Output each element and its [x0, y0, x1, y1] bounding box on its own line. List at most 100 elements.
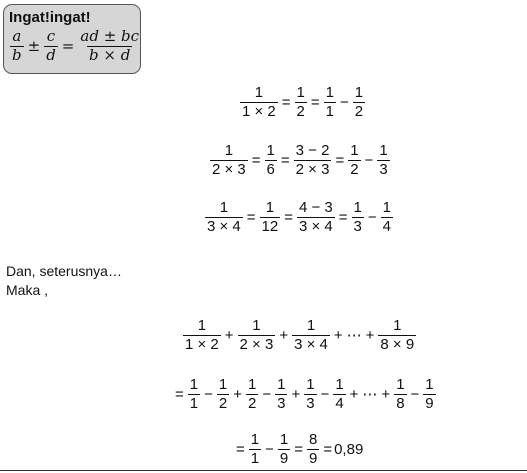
denominator: 3: [351, 216, 364, 235]
numerator: 4 − 3: [299, 199, 333, 216]
text-therefore: Maka ,: [6, 282, 49, 298]
denominator: 4: [333, 393, 346, 412]
fraction: 3 − 22 × 3: [293, 142, 332, 178]
fraction: 13 × 4: [292, 318, 330, 353]
numerator: 1: [197, 317, 207, 334]
denominator: 3: [275, 393, 288, 412]
fraction: 13: [275, 377, 288, 412]
numerator: 1: [350, 142, 359, 159]
operator: =: [310, 93, 320, 111]
denominator: 1 × 2: [183, 334, 221, 353]
operator: +: [224, 326, 234, 344]
numerator: 1: [393, 317, 402, 334]
fraction: 89: [306, 432, 320, 467]
numerator: ad ± bc: [80, 27, 140, 45]
fraction: 11 × 2: [240, 85, 278, 120]
denominator: 1: [187, 393, 201, 412]
denominator: b × d: [87, 45, 133, 64]
operator: −: [320, 385, 330, 403]
operator: =: [175, 385, 184, 403]
denominator: 2: [216, 393, 230, 412]
operator: ⋯: [346, 327, 362, 345]
operator: +: [381, 385, 391, 403]
numerator: 1: [425, 376, 434, 393]
fraction: 12 × 3: [237, 317, 276, 353]
numerator: a: [12, 27, 22, 45]
operator: −: [410, 385, 420, 403]
numerator: 1: [354, 84, 364, 101]
denominator: 1: [248, 448, 262, 467]
operator: +: [291, 385, 301, 403]
sum-line: 11 × 2 + 12 × 3 + 13 × 4 + ⋯ + 18 × 9: [181, 318, 418, 353]
example-2: 12 × 3 = 16 = 3 − 22 × 3 = 12 − 13: [208, 143, 392, 178]
denominator: 2 × 3: [293, 159, 332, 178]
reminder-box: Ingat!ingat! ab ± cd = ad ± bc b × d: [3, 4, 141, 74]
operator: =: [335, 151, 345, 169]
denominator: 6: [264, 159, 277, 178]
fraction: 13 × 4: [205, 200, 243, 235]
fraction: 4 − 33 × 4: [297, 200, 335, 235]
numerator: 1: [335, 376, 344, 393]
bottom-rule: [0, 470, 527, 471]
operator: −: [367, 208, 377, 226]
operator: =: [251, 151, 261, 169]
operator: −: [262, 385, 272, 403]
fraction: 16: [264, 143, 277, 178]
operator: +: [349, 385, 359, 403]
denominator: 9: [306, 448, 320, 467]
denominator: 8: [394, 393, 407, 412]
numerator: 1: [254, 84, 264, 101]
numerator: 1: [325, 84, 334, 101]
numerator: 1: [247, 376, 257, 393]
fraction: 12: [245, 376, 259, 412]
denominator: 3 × 4: [297, 216, 335, 235]
numerator: 1: [224, 142, 234, 159]
denominator: d: [44, 45, 58, 64]
denominator: 9: [277, 448, 291, 467]
fraction: 13: [304, 376, 317, 412]
denominator: 2: [294, 101, 307, 120]
numerator: c: [46, 27, 56, 45]
numerator: 3 − 2: [295, 142, 330, 159]
telescope-line: = 11 − 12 + 12 − 13 + 13 − 14 + ⋯ + 18 −…: [173, 377, 438, 412]
operator: +: [365, 326, 375, 344]
operator: +: [333, 326, 343, 344]
operator: =: [246, 208, 256, 226]
operator: =: [294, 440, 303, 458]
denominator: 2 × 3: [210, 159, 248, 178]
operator: =: [284, 208, 293, 226]
denominator: 12: [259, 216, 281, 235]
numerator: 1: [252, 317, 261, 334]
denominator: b: [10, 45, 24, 64]
denominator: 3 × 4: [292, 334, 330, 353]
denominator: 9: [423, 393, 436, 412]
operator: =: [236, 440, 245, 458]
numerator: 1: [250, 431, 260, 448]
fraction: 13: [351, 199, 364, 235]
numerator: 1: [189, 376, 199, 393]
numerator: 1: [382, 199, 391, 216]
fraction: 19: [277, 432, 291, 467]
denominator: 2: [352, 101, 366, 120]
numerator: 1: [396, 376, 405, 393]
operator: =: [281, 93, 291, 111]
reminder-formula: ab ± cd = ad ± bc b × d: [8, 27, 143, 64]
operator: −: [364, 151, 374, 169]
fraction: 12 × 3: [210, 143, 248, 178]
fraction: 12: [348, 142, 361, 178]
denominator: 4: [380, 216, 393, 235]
operator: =: [61, 37, 75, 56]
fraction: 1 12: [259, 200, 281, 235]
denominator: 1 × 2: [240, 101, 278, 120]
denominator: 3 × 4: [205, 216, 243, 235]
numerator: 1: [353, 199, 362, 216]
result-value: 0,89: [334, 440, 364, 458]
text-and-so-on: Dan, seterusnya…: [6, 263, 122, 279]
operator: +: [233, 385, 242, 403]
reminder-title: Ingat!ingat!: [9, 9, 91, 26]
numerator: 1: [296, 84, 305, 101]
numerator: 1: [306, 376, 315, 393]
denominator: 2 × 3: [237, 334, 276, 353]
denominator: 2: [245, 393, 259, 412]
numerator: 1: [379, 142, 388, 159]
